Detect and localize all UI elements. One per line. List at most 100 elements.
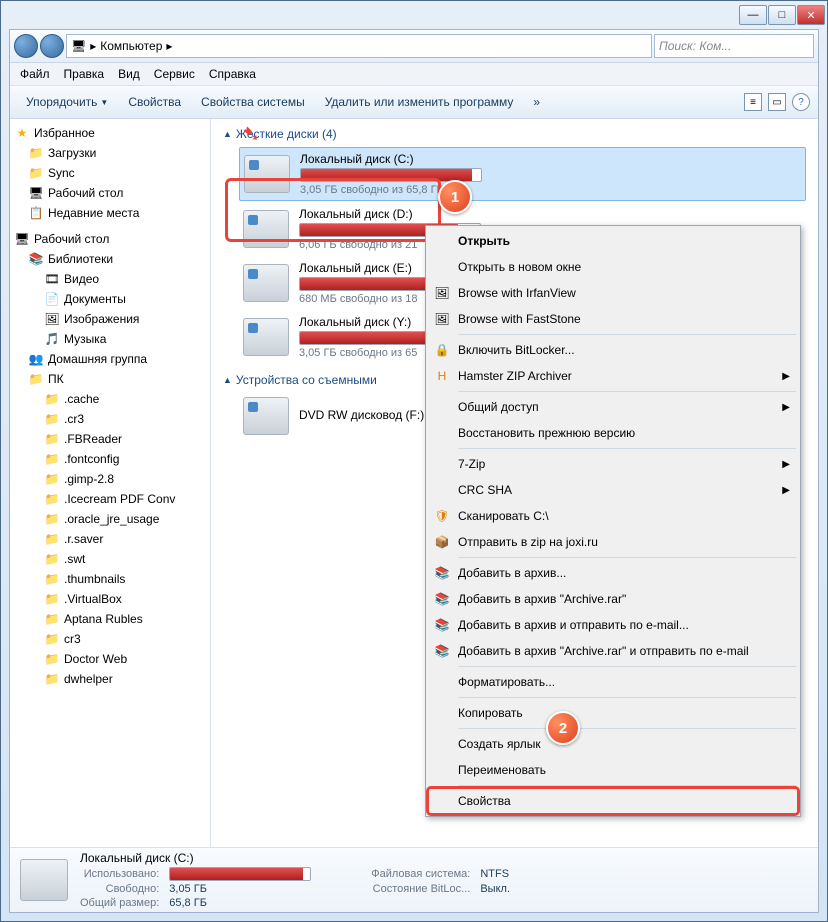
ctx-add-email[interactable]: 📚Добавить в архив и отправить по e-mail.… — [428, 612, 798, 638]
tree-folder[interactable]: 📁.Icecream PDF Conv — [10, 489, 210, 509]
ctx-open-new-window[interactable]: Открыть в новом окне — [428, 254, 798, 280]
tree-recent[interactable]: 📋Недавние места — [10, 203, 210, 223]
ctx-irfanview[interactable]: 🖼Browse with IrfanView — [428, 280, 798, 306]
toolbar-more[interactable]: » — [525, 91, 548, 113]
tree-desktop2[interactable]: 🖥Рабочий стол — [10, 229, 210, 249]
image-icon: 🖼 — [44, 311, 60, 327]
ctx-hamster[interactable]: HHamster ZIP Archiver▶ — [428, 363, 798, 389]
status-used-label: Использовано: — [80, 868, 159, 880]
tree-favorites[interactable]: ★Избранное — [10, 123, 210, 143]
tree-folder[interactable]: 📁.cache — [10, 389, 210, 409]
ctx-restore[interactable]: Восстановить прежнюю версию — [428, 420, 798, 446]
ctx-bitlocker[interactable]: 🔒Включить BitLocker... — [428, 337, 798, 363]
folder-icon: 📁 — [28, 165, 44, 181]
drive-icon — [243, 264, 289, 302]
ctx-properties[interactable]: Свойства — [428, 788, 798, 814]
drive-c[interactable]: Локальный диск (C:) 3,05 ГБ свободно из … — [239, 147, 806, 201]
system-properties-button[interactable]: Свойства системы — [193, 91, 313, 113]
back-button[interactable] — [14, 34, 38, 58]
minimize-button[interactable]: — — [739, 5, 767, 25]
computer-icon: 🖥 — [71, 39, 86, 53]
status-free-value: 3,05 ГБ — [169, 883, 311, 895]
ctx-crc[interactable]: CRC SHA▶ — [428, 477, 798, 503]
folder-icon: 📁 — [44, 591, 60, 607]
tree-folder[interactable]: 📁.swt — [10, 549, 210, 569]
breadcrumb-computer[interactable]: Компьютер — [100, 39, 162, 53]
winrar-icon: 📚 — [434, 617, 450, 633]
context-menu: Открыть Открыть в новом окне 🖼Browse wit… — [425, 225, 801, 817]
desktop-icon: 🖥 — [28, 185, 44, 201]
tree-libraries[interactable]: 📚Библиотеки — [10, 249, 210, 269]
folder-icon: 📁 — [44, 671, 60, 687]
ctx-add-rar-email[interactable]: 📚Добавить в архив "Archive.rar" и отправ… — [428, 638, 798, 664]
maximize-button[interactable]: □ — [768, 5, 796, 25]
tree-documents[interactable]: 📄Документы — [10, 289, 210, 309]
tree-folder[interactable]: 📁dwhelper — [10, 669, 210, 689]
tree-folder[interactable]: 📁.r.saver — [10, 529, 210, 549]
ctx-format[interactable]: Форматировать... — [428, 669, 798, 695]
ctx-7zip[interactable]: 7-Zip▶ — [428, 451, 798, 477]
status-fs-label: Файловая система: — [371, 868, 470, 880]
ctx-faststone[interactable]: 🖼Browse with FastStone — [428, 306, 798, 332]
tree-folder[interactable]: 📁.FBReader — [10, 429, 210, 449]
close-button[interactable]: ✕ — [797, 5, 825, 25]
tree-folder[interactable]: 📁.thumbnails — [10, 569, 210, 589]
tree-folder[interactable]: 📁.fontconfig — [10, 449, 210, 469]
winrar-icon: 📚 — [434, 565, 450, 581]
tree-downloads[interactable]: 📁Загрузки — [10, 143, 210, 163]
ctx-rename[interactable]: Переименовать — [428, 757, 798, 783]
tree-folder[interactable]: 📁.gimp-2.8 — [10, 469, 210, 489]
tree-music[interactable]: 🎵Музыка — [10, 329, 210, 349]
drive-icon — [243, 210, 289, 248]
tree-folder[interactable]: 📁.cr3 — [10, 409, 210, 429]
status-total-value: 65,8 ГБ — [169, 897, 311, 909]
search-input[interactable]: Поиск: Ком... — [654, 34, 814, 58]
status-bitlocker-value: Выкл. — [480, 883, 510, 895]
tree-folder[interactable]: 📁.oracle_jre_usage — [10, 509, 210, 529]
ctx-joxi[interactable]: 📦Отправить в zip на joxi.ru — [428, 529, 798, 555]
menu-edit[interactable]: Правка — [58, 65, 111, 83]
tree-pc[interactable]: 📁ПК — [10, 369, 210, 389]
menu-service[interactable]: Сервис — [148, 65, 201, 83]
tree-images[interactable]: 🖼Изображения — [10, 309, 210, 329]
properties-button[interactable]: Свойства — [120, 91, 189, 113]
star-icon: ★ — [14, 125, 30, 141]
tree-desktop[interactable]: 🖥Рабочий стол — [10, 183, 210, 203]
tree-folder[interactable]: 📁Aptana Rubles — [10, 609, 210, 629]
ctx-open[interactable]: Открыть — [428, 228, 798, 254]
status-used-bar — [169, 867, 311, 881]
help-button[interactable]: ? — [792, 93, 810, 111]
tree-video[interactable]: 🎞Видео — [10, 269, 210, 289]
view-mode-button[interactable]: ≡ — [744, 93, 762, 111]
menu-file[interactable]: Файл — [14, 65, 56, 83]
preview-pane-button[interactable]: ▭ — [768, 93, 786, 111]
ctx-add-archive[interactable]: 📚Добавить в архив... — [428, 560, 798, 586]
dvd-icon — [243, 397, 289, 435]
organize-button[interactable]: Упорядочить▼ — [18, 91, 116, 113]
ctx-copy[interactable]: Копировать — [428, 700, 798, 726]
folder-icon: 📁 — [44, 391, 60, 407]
tree-sync[interactable]: 📁Sync — [10, 163, 210, 183]
tree-homegroup[interactable]: 👥Домашняя группа — [10, 349, 210, 369]
tree-folder[interactable]: 📁cr3 — [10, 629, 210, 649]
folder-icon: 📁 — [28, 145, 44, 161]
nav-tree[interactable]: ★Избранное 📁Загрузки 📁Sync 🖥Рабочий стол… — [10, 119, 211, 847]
tree-folder[interactable]: 📁.VirtualBox — [10, 589, 210, 609]
breadcrumb-arrow[interactable]: ▸ — [166, 39, 172, 53]
drive-icon — [243, 318, 289, 356]
group-hard-disks[interactable]: ▲Жесткие диски (4) — [223, 127, 806, 141]
ctx-scan[interactable]: 🛡Сканировать C:\ — [428, 503, 798, 529]
breadcrumb-arrow[interactable]: ▸ — [90, 39, 96, 53]
desktop-icon: 🖥 — [14, 231, 30, 247]
ctx-share[interactable]: Общий доступ▶ — [428, 394, 798, 420]
ctx-add-rar[interactable]: 📚Добавить в архив "Archive.rar" — [428, 586, 798, 612]
ctx-shortcut[interactable]: Создать ярлык — [428, 731, 798, 757]
menu-help[interactable]: Справка — [203, 65, 262, 83]
forward-button[interactable] — [40, 34, 64, 58]
tree-folder[interactable]: 📁Doctor Web — [10, 649, 210, 669]
address-bar: 🖥 ▸ Компьютер ▸ Поиск: Ком... — [10, 30, 818, 63]
breadcrumb[interactable]: 🖥 ▸ Компьютер ▸ — [66, 34, 652, 58]
app-icon: 🖼 — [434, 285, 450, 301]
menu-view[interactable]: Вид — [112, 65, 146, 83]
uninstall-button[interactable]: Удалить или изменить программу — [317, 91, 522, 113]
